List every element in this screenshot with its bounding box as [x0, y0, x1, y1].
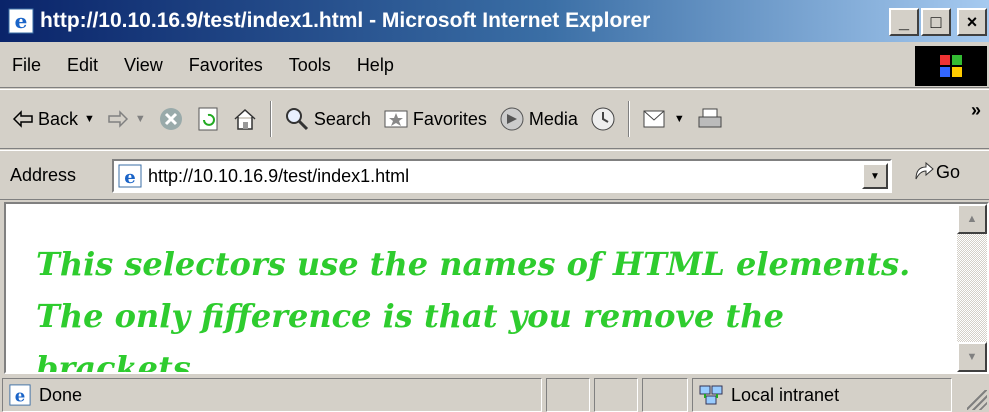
go-label: Go — [936, 161, 961, 182]
media-label: Media — [528, 108, 578, 129]
browser-window: e http://10.10.16.9/test/index1.html - M… — [0, 0, 989, 412]
history-button[interactable] — [590, 99, 616, 139]
forward-dropdown-icon[interactable]: ▼ — [135, 113, 146, 125]
svg-text:e: e — [15, 9, 28, 33]
home-icon — [234, 108, 256, 130]
mail-icon — [643, 110, 665, 128]
status-pane — [642, 378, 688, 412]
status-pane — [546, 378, 590, 412]
menu-tools[interactable]: Tools — [289, 55, 331, 76]
history-icon — [591, 107, 615, 131]
close-button[interactable]: × — [957, 8, 987, 36]
go-arrow-icon — [915, 161, 934, 180]
vertical-scrollbar[interactable]: ▲ ▼ — [957, 204, 987, 372]
status-text: Done — [39, 384, 83, 405]
print-icon — [698, 108, 722, 128]
status-pane — [594, 378, 638, 412]
stop-button[interactable] — [158, 99, 184, 139]
page-icon: e — [9, 384, 31, 406]
stop-icon — [159, 108, 182, 130]
home-button[interactable] — [232, 99, 258, 139]
back-button[interactable]: Back ▼ — [12, 99, 95, 139]
favorites-label: Favorites — [412, 108, 487, 129]
scroll-up-button[interactable]: ▲ — [957, 204, 987, 234]
toolbar-more-icon[interactable]: » — [971, 100, 981, 121]
back-dropdown-icon[interactable]: ▼ — [84, 113, 95, 125]
windows-logo-throbber — [915, 46, 987, 86]
page-content: This selectors use the names of HTML ele… — [4, 202, 989, 374]
toolbar-separator — [269, 101, 272, 137]
menu-edit[interactable]: Edit — [67, 55, 98, 76]
page-icon: e — [118, 164, 142, 188]
back-label: Back — [38, 108, 79, 129]
favorites-button[interactable]: Favorites — [383, 99, 487, 139]
menu-bar: File Edit View Favorites Tools Help — [0, 44, 989, 88]
mail-button[interactable]: ▼ — [642, 99, 685, 139]
zone-text: Local intranet — [731, 384, 840, 405]
svg-text:e: e — [15, 386, 26, 405]
svg-text:e: e — [124, 167, 135, 188]
address-bar: Address e http://10.10.16.9/test/index1.… — [0, 150, 989, 200]
mail-dropdown-icon[interactable]: ▼ — [674, 113, 685, 125]
menu-view[interactable]: View — [124, 55, 163, 76]
search-button[interactable]: Search — [284, 99, 371, 139]
window-title: http://10.10.16.9/test/index1.html - Mic… — [40, 9, 651, 32]
forward-button[interactable]: ▼ — [107, 99, 146, 139]
refresh-icon — [198, 107, 218, 131]
search-icon — [285, 108, 308, 131]
minimize-button[interactable]: _ — [889, 8, 919, 36]
security-zone-pane[interactable]: Local intranet — [692, 378, 952, 412]
standard-toolbar: Back ▼ ▼ Search Favorites Media ▼ » — [0, 89, 989, 149]
favorites-icon — [384, 110, 408, 128]
forward-arrow-icon — [108, 110, 128, 128]
back-arrow-icon — [12, 110, 33, 128]
internet-explorer-icon: e — [8, 8, 34, 34]
menu-favorites[interactable]: Favorites — [189, 55, 263, 76]
caption-buttons: _ □ × — [889, 8, 987, 36]
page-paragraph: This selectors use the names of HTML ele… — [36, 245, 911, 374]
address-url: http://10.10.16.9/test/index1.html — [148, 165, 410, 186]
media-icon — [500, 107, 524, 131]
address-label: Address — [10, 164, 77, 185]
menu-help[interactable]: Help — [357, 55, 394, 76]
print-button[interactable] — [697, 99, 723, 139]
address-dropdown-button[interactable]: ▼ — [862, 163, 888, 189]
menu-file[interactable]: File — [12, 55, 41, 76]
scroll-down-button[interactable]: ▼ — [957, 342, 987, 372]
local-intranet-icon — [699, 385, 723, 405]
title-bar[interactable]: e http://10.10.16.9/test/index1.html - M… — [0, 0, 989, 42]
toolbar-separator — [627, 101, 630, 137]
media-button[interactable]: Media — [499, 99, 578, 139]
maximize-button[interactable]: □ — [921, 8, 951, 36]
status-main-pane: e Done — [2, 378, 542, 412]
go-button[interactable]: Go — [912, 161, 960, 183]
status-bar: e Done Local intranet — [0, 376, 989, 412]
resize-grip-icon[interactable] — [967, 390, 987, 410]
refresh-button[interactable] — [196, 99, 220, 139]
search-label: Search — [313, 108, 371, 129]
address-input[interactable]: e http://10.10.16.9/test/index1.html ▼ — [112, 159, 892, 193]
windows-logo-icon — [940, 55, 962, 77]
